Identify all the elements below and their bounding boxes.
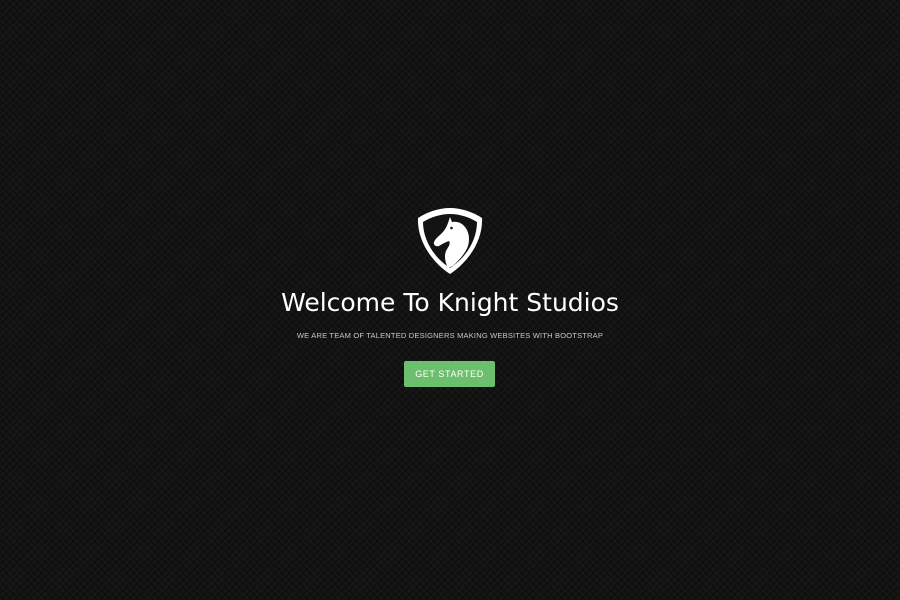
hero-section: Welcome To Knight Studios WE ARE TEAM OF… (0, 0, 900, 600)
knight-shield-icon (415, 206, 485, 276)
get-started-button[interactable]: GET STARTED (404, 361, 495, 387)
hero-subtitle: WE ARE TEAM OF TALENTED DESIGNERS MAKING… (296, 331, 604, 340)
page-title: Welcome To Knight Studios (281, 288, 619, 317)
